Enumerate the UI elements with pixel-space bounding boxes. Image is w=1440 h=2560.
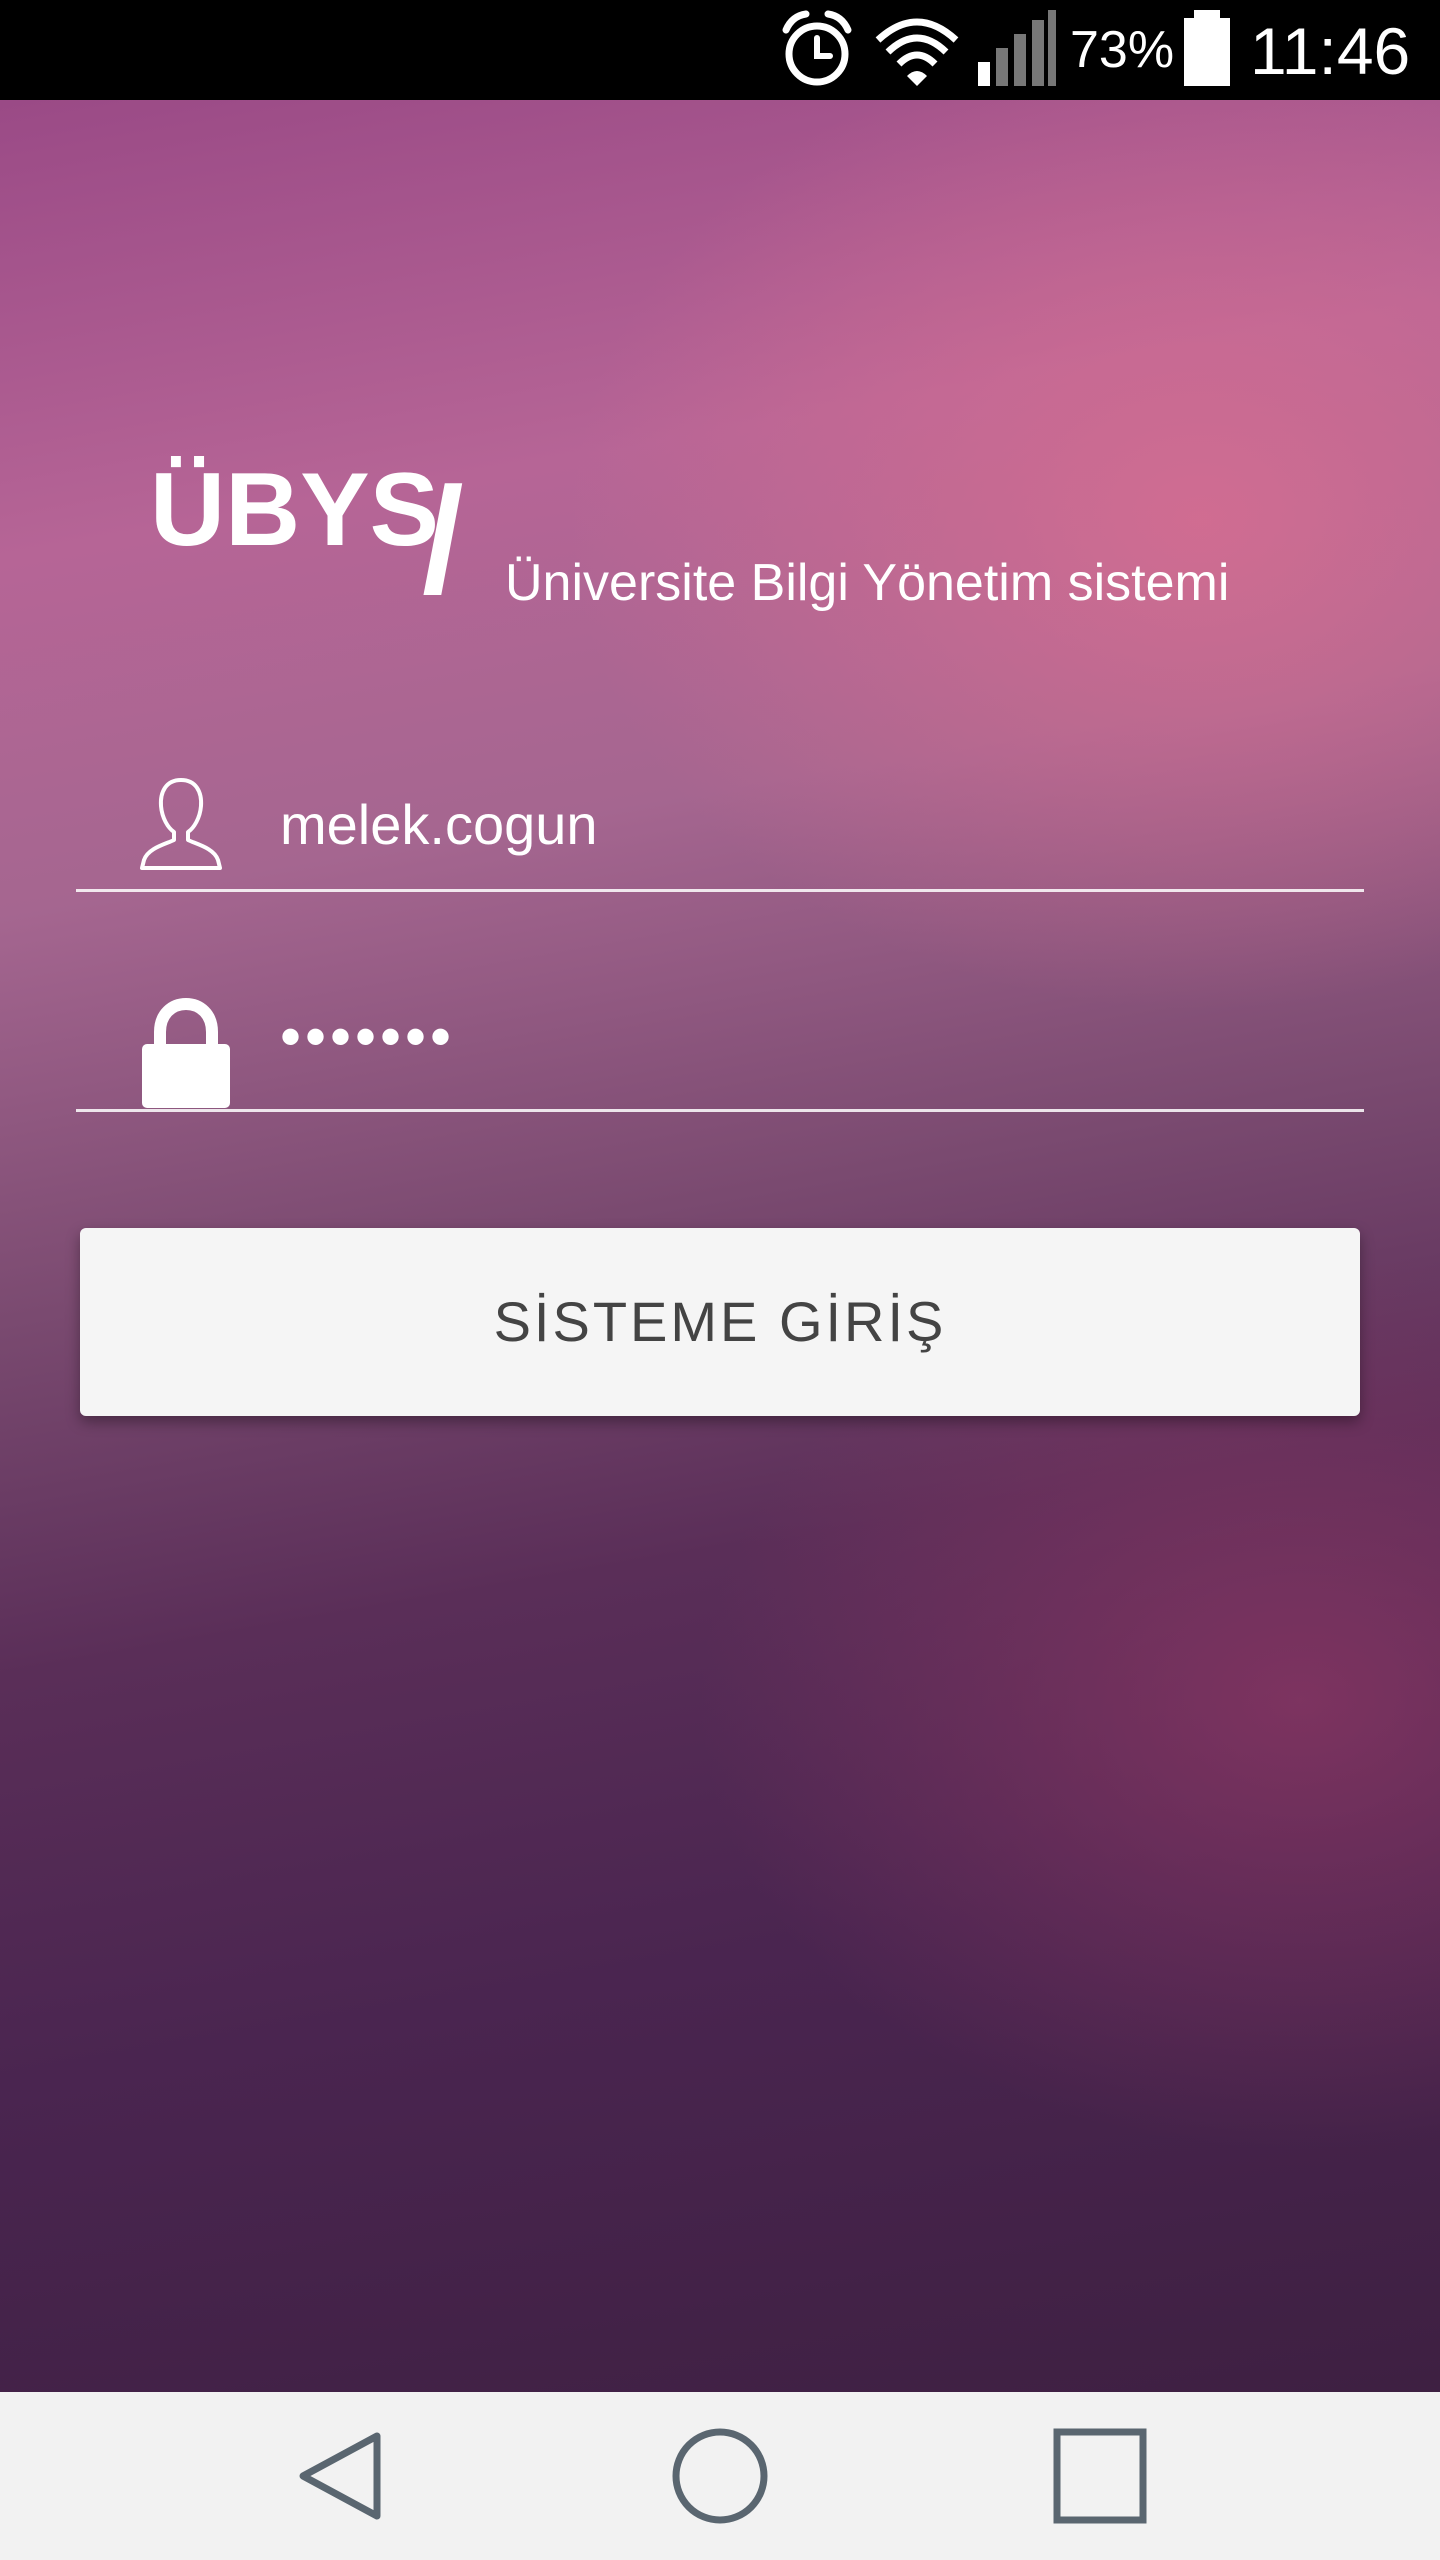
password-field[interactable]: ••••••• bbox=[76, 972, 1364, 1112]
password-input[interactable]: ••••••• bbox=[280, 1002, 1320, 1072]
signal-icon bbox=[972, 0, 1062, 100]
wifi-icon bbox=[872, 0, 962, 100]
logo-slash: / bbox=[422, 456, 464, 624]
alarm-icon bbox=[772, 0, 862, 100]
navigation-bar bbox=[0, 2392, 1440, 2560]
recents-icon[interactable] bbox=[1035, 2416, 1165, 2536]
status-bar: 73% 11:46 bbox=[0, 0, 1440, 100]
username-input[interactable] bbox=[280, 790, 1320, 860]
home-icon[interactable] bbox=[655, 2416, 785, 2536]
login-screen: ÜBYS / Üniversite Bilgi Yönetim sistemi … bbox=[0, 100, 1440, 2392]
app-subtitle: Üniversite Bilgi Yönetim sistemi bbox=[505, 554, 1230, 612]
back-icon[interactable] bbox=[275, 2416, 405, 2536]
battery-icon bbox=[1180, 0, 1234, 100]
clock: 11:46 bbox=[1250, 14, 1411, 88]
lock-icon bbox=[136, 992, 230, 1108]
username-underline bbox=[76, 889, 1364, 892]
user-icon bbox=[136, 772, 226, 882]
app-logo-title: ÜBYS bbox=[150, 452, 439, 568]
password-underline bbox=[76, 1109, 1364, 1112]
login-button[interactable]: SİSTEME GİRİŞ bbox=[80, 1228, 1360, 1416]
username-field[interactable] bbox=[76, 752, 1364, 892]
battery-percent: 73% bbox=[1070, 21, 1175, 79]
